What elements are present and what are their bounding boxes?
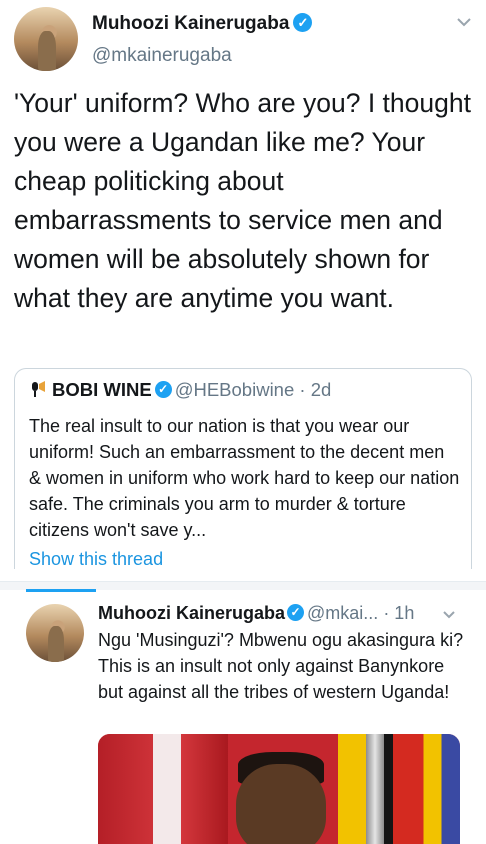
verified-check-icon: ✓ (287, 604, 305, 622)
author-avatar[interactable] (14, 7, 78, 71)
author-name[interactable]: Muhoozi Kainerugaba (92, 13, 289, 34)
quoted-author-handle[interactable]: @HEBobiwine (175, 379, 295, 400)
quoted-time: · 2d (299, 379, 332, 400)
quoted-author-name[interactable]: BOBI WINE (52, 379, 152, 400)
reply-author-name[interactable]: Muhoozi Kainerugaba (98, 603, 285, 623)
quoted-tweet-header: BOBI WINE ✓ @HEBobiwine · 2d (29, 379, 331, 401)
microphone-icon (32, 381, 45, 397)
verified-check-icon: ✓ (293, 12, 313, 32)
quoted-tweet-text: The real insult to our nation is that yo… (29, 416, 460, 540)
verified-check-icon: ✓ (154, 381, 172, 399)
reply-text: Ngu 'Musinguzi'? Mbwenu ogu akasingura k… (98, 630, 464, 702)
tweet-text: 'Your' uniform? Who are you? I thought y… (14, 88, 471, 313)
reply-media-image[interactable] (98, 734, 460, 844)
chevron-down-icon[interactable] (456, 16, 472, 28)
reply-author-handle[interactable]: @mkai... (307, 603, 378, 623)
thread-accent-bar (26, 589, 96, 592)
reply-header: Muhoozi Kainerugaba ✓ @mkai... · 1h (98, 603, 414, 624)
author-name-row[interactable]: Muhoozi Kainerugaba ✓ (92, 12, 313, 35)
author-handle[interactable]: @mkainerugaba (92, 45, 232, 67)
quoted-tweet[interactable]: BOBI WINE ✓ @HEBobiwine · 2d The real insu… (14, 368, 472, 569)
reply-time: · 1h (383, 603, 415, 623)
show-thread-link[interactable]: Show this thread (29, 549, 163, 570)
chevron-down-icon[interactable] (442, 610, 456, 620)
reply-author-avatar[interactable] (26, 604, 84, 662)
